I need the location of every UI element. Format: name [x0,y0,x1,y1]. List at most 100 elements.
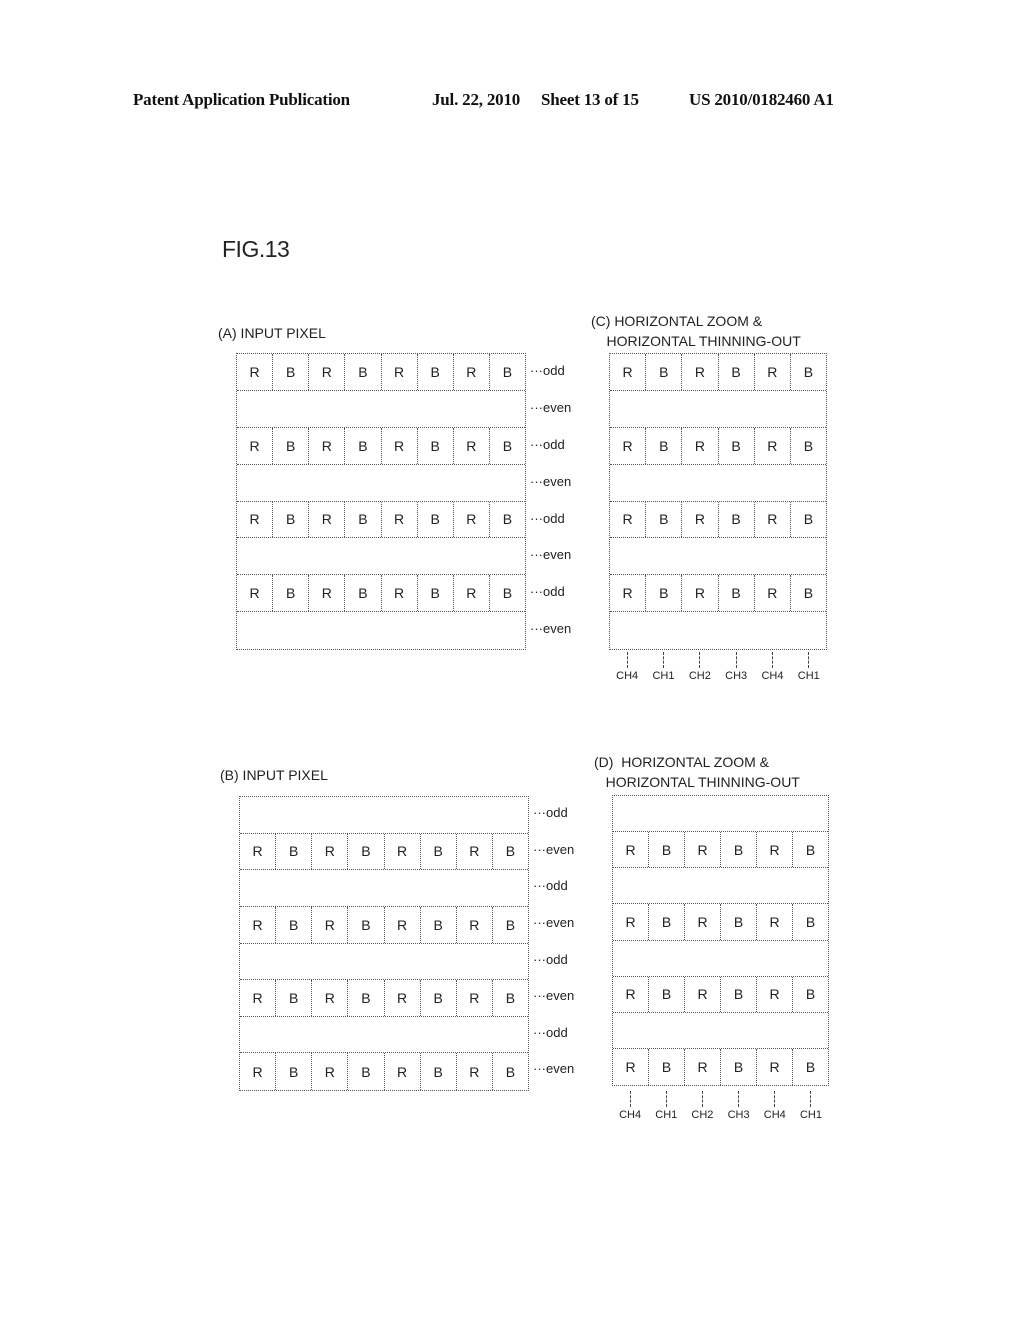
pixel-cell-blue: B [345,427,382,464]
channel-tick-line [808,652,810,668]
row-parity-label: ···even [533,914,575,930]
pixel-cell-red: R [610,501,647,538]
pixel-cell-red: R [309,354,346,390]
pixel-row-empty [240,944,528,981]
pixel-cell-red: R [382,427,418,464]
pixel-cell-red: R [382,354,418,390]
row-parity-label: ···even [530,621,572,637]
pixel-row-empty [613,868,828,905]
row-parity-label: ···odd [533,951,568,967]
pixel-cell-blue: B [805,1058,816,1075]
pixel-cell-red: R [309,427,346,464]
pixel-cell-blue: B [273,575,310,612]
pixel-cell-red: R [385,833,421,870]
panel-b-row-labels: ···odd ···even ···odd ···even ···odd ···even ·… [533,795,574,1088]
panel-b-grid: RBRBRBRBRBRBRBRBRBRBRBRBRBRBRBRB [239,796,529,1091]
pixel-cell-red: R [385,980,421,1016]
panel-c-channels: CH4 CH1 CH2 CH3 CH4 CH1 [609,652,827,682]
pixel-cell-blue: B [276,833,313,870]
row-parity-label: ···odd [530,510,565,526]
pixel-cell-blue: B [348,1053,385,1090]
pixel-row-rb: RBRBRBRB [237,427,525,465]
channel-tick-line [735,652,737,668]
pixel-cell-blue: B [348,906,385,943]
pixel-cell-blue: B [803,511,814,528]
pixel-cell-red: R [685,904,721,940]
row-parity-label: ···odd [533,878,568,894]
pixel-cell-red: R [757,976,793,1012]
channel-tick-line [738,1091,740,1107]
pixel-cell-blue: B [721,976,757,1012]
pixel-cell-red: R [757,904,793,940]
pixel-row-rb: RBRBRBRB [240,1053,528,1090]
pixel-cell-red: R [613,904,649,940]
panel-b-title: (B) INPUT PIXEL [220,767,328,783]
pixel-cell-blue: B [418,501,454,538]
pixel-cell-red: R [312,906,349,943]
pixel-cell-blue: B [273,354,310,390]
pixel-cell-red: R [309,501,346,538]
pixel-cell-red: R [237,354,274,390]
row-parity-label: ···even [530,473,572,489]
pixel-cell-red: R [755,575,791,612]
pixel-row-rb: RBRBRB [610,575,826,613]
row-parity-label: ···odd [530,584,565,600]
pixel-cell-blue: B [505,1063,516,1080]
pixel-cell-red: R [685,976,721,1012]
channel-tick-line [629,1091,631,1107]
pixel-cell-blue: B [273,501,310,538]
pixel-row-empty [240,1017,528,1054]
pixel-cell-blue: B [276,1053,313,1090]
pixel-row-empty [613,941,828,977]
figure-label: FIG.13 [222,236,290,262]
channel-marker: CH4 [757,1091,793,1121]
pixel-cell-blue: B [646,575,683,612]
pixel-cell-red: R [385,1053,421,1090]
pixel-cell-blue: B [345,575,382,612]
panel-d-grid: RBRBRBRBRBRBRBRBRBRBRBRB [612,795,829,1086]
channel-marker: CH1 [645,652,681,682]
channel-marker: CH4 [612,1091,648,1121]
pixel-cell-red: R [454,354,490,390]
pixel-cell-blue: B [421,906,457,943]
channel-label: CH1 [652,670,675,682]
pixel-row-rb: RBRBRB [610,427,826,465]
row-parity-label: ···even [533,1061,575,1077]
pixel-cell-red: R [755,427,791,464]
channel-marker: CH4 [754,652,790,682]
channel-label: CH3 [725,670,748,682]
row-parity-label: ···even [533,988,575,1004]
pixel-row-empty [610,391,826,428]
channel-marker: CH3 [718,652,754,682]
pixel-cell-red: R [685,832,721,868]
pixel-cell-blue: B [719,354,755,390]
pixel-cell-blue: B [646,501,683,538]
channel-label: CH3 [727,1109,750,1121]
pixel-cell-blue: B [273,427,310,464]
pixel-cell-blue: B [421,1053,457,1090]
channel-label: CH4 [616,670,639,682]
pixel-cell-red: R [454,501,490,538]
pixel-row-rb: RBRBRBRB [240,906,528,944]
pixel-row-empty [610,465,826,502]
row-parity-label: ···odd [533,805,568,820]
pixel-cell-red: R [312,833,349,870]
pixel-cell-blue: B [803,363,814,380]
pixel-cell-blue: B [719,427,755,464]
panel-c-grid: RBRBRBRBRBRBRBRBRBRBRBRB [609,353,827,650]
pixel-row-empty [610,612,826,649]
pixel-cell-blue: B [418,354,454,390]
pixel-row-empty [237,391,525,428]
channel-tick-line [810,1091,812,1107]
channel-tick-line [662,652,664,668]
pixel-cell-red: R [240,980,277,1016]
pixel-cell-red: R [454,427,490,464]
channel-label: CH2 [691,1109,714,1121]
pixel-cell-blue: B [805,986,816,1003]
pixel-cell-blue: B [721,1048,757,1085]
pixel-cell-blue: B [502,363,513,380]
pixel-cell-red: R [457,980,493,1016]
pixel-cell-red: R [755,501,791,538]
pixel-cell-blue: B [421,980,457,1016]
pixel-row-rb: RBRBRB [610,354,826,391]
